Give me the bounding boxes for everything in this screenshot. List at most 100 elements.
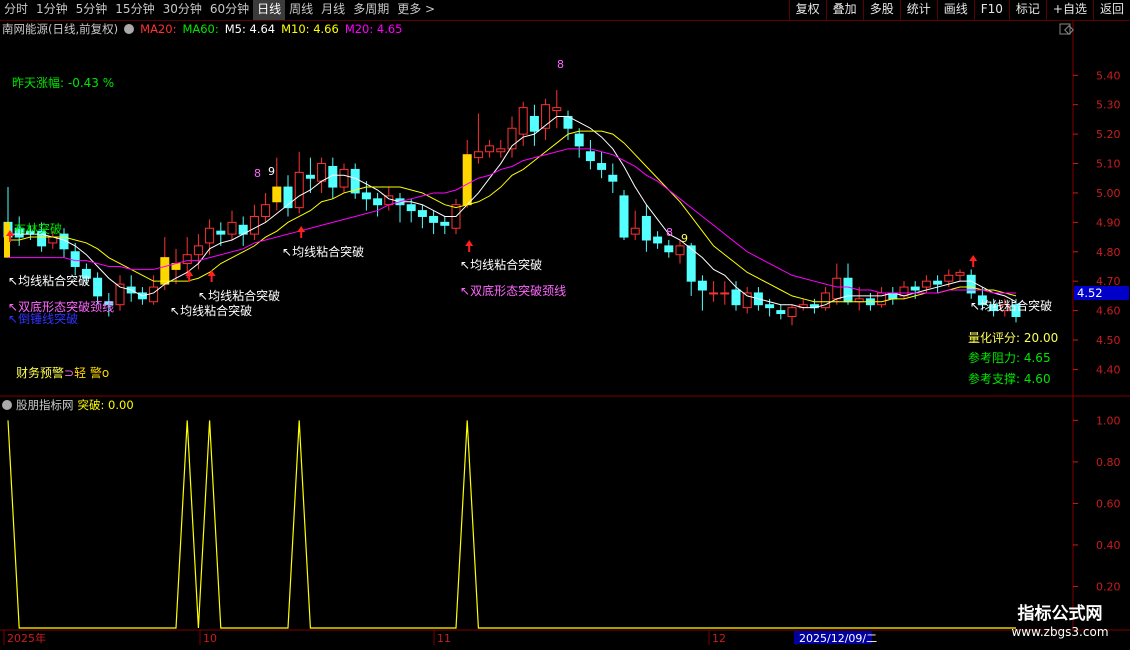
candle-body [305, 174, 315, 179]
annotation-fast-break: 布林突破 [14, 222, 63, 236]
annotation-ma-break-1: ↖均线粘合突破 [8, 272, 90, 289]
candle-body [933, 280, 943, 285]
candle-body [317, 163, 327, 182]
price-tick-label: 5.40 [1096, 69, 1121, 82]
candle-body [361, 192, 371, 200]
finance-warning: 财务预警⊃轻 警o [16, 364, 109, 381]
candle-body [93, 277, 103, 297]
candle-body [585, 151, 595, 162]
date-tick-label: 10 [203, 632, 217, 645]
candle-body [440, 221, 450, 226]
annotation-text: 均线粘合突破 [470, 258, 543, 272]
candle-body [597, 163, 607, 170]
arrow-icon: ↖ [8, 274, 19, 288]
candle-body [272, 186, 282, 203]
annotation-double-bottom-2: ↖双底形态突破颈线 [460, 282, 566, 299]
signal-up-arrow-icon [465, 240, 474, 252]
candle-body [496, 148, 506, 153]
collapse-icon[interactable] [2, 400, 12, 410]
indicator-tick-label: 0.20 [1096, 580, 1121, 593]
price-tick-label: 4.50 [1096, 334, 1121, 347]
annotation-ma-break-3: ↖均线粘合突破 [170, 302, 252, 319]
candle-body [462, 154, 472, 206]
panel-toggle-icon [1059, 23, 1071, 35]
sequence-count-mark: 8 [557, 58, 564, 71]
candle-body [776, 310, 786, 315]
annotation-ma-break-5: ↖均线粘合突破 [460, 256, 542, 273]
price-tick-label: 4.40 [1096, 363, 1121, 376]
warning-level: 轻 警 [74, 366, 102, 380]
candle-body [910, 286, 920, 291]
annotation-text: 均线粘合突破 [980, 299, 1053, 313]
warning-label: 财务预警 [16, 366, 65, 380]
candle-body [249, 215, 259, 235]
arrow-icon: ↖ [198, 289, 209, 303]
candle-body [664, 245, 674, 253]
sequence-count-mark: 9 [268, 165, 275, 178]
annotation-text: 均线粘合突破 [18, 274, 91, 288]
candle-body [619, 195, 629, 238]
indicator-value: 突破: 0.00 [77, 398, 134, 412]
signal-up-arrow-icon [969, 255, 978, 267]
candle-body [429, 215, 439, 223]
candle-body [149, 286, 159, 303]
candle-body [574, 133, 584, 147]
candle-body [294, 171, 304, 209]
candle-body [529, 115, 539, 132]
candle-body [261, 204, 271, 217]
candle-body [518, 107, 528, 135]
signal-up-arrow-icon [207, 270, 216, 282]
indicator-tick-label: 0.80 [1096, 456, 1121, 469]
candle-body [731, 289, 741, 306]
annotation-text: 均线粘合突破 [180, 304, 253, 318]
candle-body [205, 227, 215, 244]
candle-body [406, 204, 416, 212]
candle-body [339, 168, 349, 188]
candle-body [787, 307, 797, 317]
candle-body [608, 174, 618, 182]
candle-body [193, 245, 203, 256]
last-price-tag: 4.52 [1074, 286, 1129, 300]
annotation-text: 双底形态突破颈线 [470, 284, 567, 298]
candle-body [227, 221, 237, 235]
candle-body [765, 304, 775, 309]
annotation-text: 倒锤线突破 [18, 312, 79, 326]
arrow-icon: ↖ [170, 304, 181, 318]
sequence-count-mark: 8 [254, 167, 261, 180]
date-tick-label: 11 [437, 632, 451, 645]
candle-body [216, 230, 226, 235]
annotation-ma-break-4: ↖均线粘合突破 [282, 243, 364, 260]
annotation-ma-break-6: ↖均线粘合突破 [970, 297, 1052, 314]
price-tick-label: 5.10 [1096, 158, 1121, 171]
candle-body [899, 286, 909, 297]
signal-up-arrow-icon [297, 226, 306, 238]
candle-body [944, 274, 954, 282]
candle-body [697, 280, 707, 291]
candle-body [653, 236, 663, 244]
arrow-icon: ↖ [282, 245, 293, 259]
arrow-icon: ↖ [8, 312, 19, 326]
price-tick-label: 4.80 [1096, 246, 1121, 259]
sub-chart-header: 股朋指标网 突破: 0.00 [2, 397, 134, 413]
indicator-tick-label: 0.40 [1096, 539, 1121, 552]
candle-body [160, 257, 170, 285]
kline-chart[interactable]: 5.405.305.205.105.004.904.804.704.604.50… [0, 0, 1130, 650]
sequence-count-mark: 8 [666, 226, 673, 239]
indicator-name[interactable]: 股朋指标网 [16, 397, 74, 413]
sequence-count-mark: 9 [681, 232, 688, 245]
indicator-tick-label: 0.60 [1096, 497, 1121, 510]
candle-body [630, 227, 640, 235]
candle-body [552, 107, 562, 112]
support-label: 参考支撑: 4.60 [968, 372, 1051, 386]
date-tick-label: 2025/12/09/二 [799, 632, 877, 645]
date-tick-label: 12 [712, 632, 726, 645]
candle-body [742, 292, 752, 309]
watermark-logo: 指标公式网 www.zbgs3.com [998, 604, 1122, 644]
breakout-indicator-line [7, 420, 1016, 629]
candle-body [417, 210, 427, 217]
arrow-icon: ↖ [460, 258, 471, 272]
score-label: 量化评分: 20.00 [968, 331, 1059, 345]
watermark-url: www.zbgs3.com [1011, 625, 1109, 639]
candle-body [641, 215, 651, 241]
price-tick-label: 5.00 [1096, 187, 1121, 200]
